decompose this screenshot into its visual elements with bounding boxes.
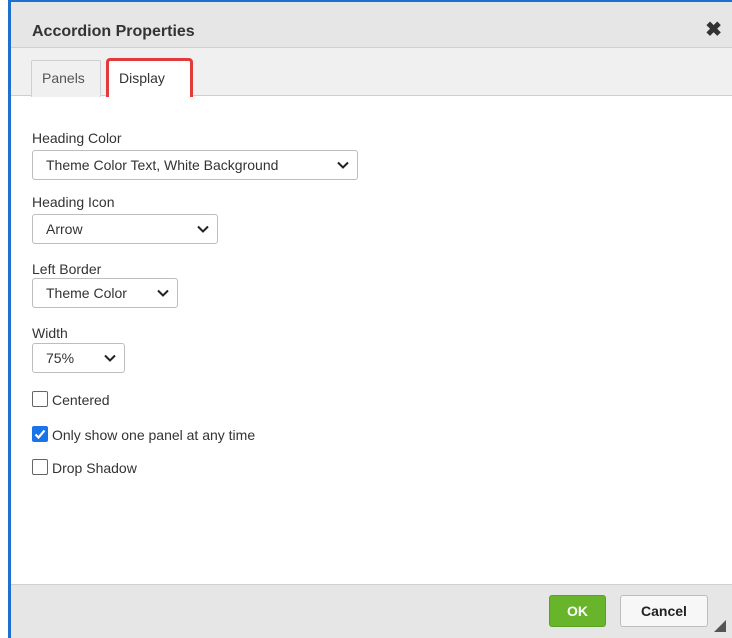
chevron-down-icon — [197, 225, 209, 233]
checkmark-icon — [34, 429, 46, 440]
tab-panels[interactable]: Panels — [31, 60, 101, 97]
close-icon[interactable]: ✖ — [705, 20, 722, 40]
drop-shadow-label: Drop Shadow — [52, 460, 137, 476]
ok-button[interactable]: OK — [549, 595, 606, 627]
centered-label: Centered — [52, 392, 110, 408]
heading-icon-label: Heading Icon — [32, 194, 115, 210]
dialog-title: Accordion Properties — [32, 23, 195, 40]
chevron-down-icon — [337, 161, 349, 169]
chevron-down-icon — [157, 289, 169, 297]
chevron-down-icon — [104, 354, 116, 362]
heading-color-value: Theme Color Text, White Background — [46, 157, 279, 173]
width-label: Width — [32, 325, 68, 341]
dialog-titlebar: Accordion Properties ✖ — [11, 2, 732, 48]
accordion-properties-dialog: Accordion Properties ✖ Panels Display He… — [11, 0, 732, 638]
checkbox-box-checked[interactable] — [32, 426, 48, 442]
heading-color-select[interactable]: Theme Color Text, White Background — [32, 150, 358, 180]
resize-grip-icon[interactable] — [714, 620, 726, 632]
width-value: 75% — [46, 350, 75, 366]
cancel-button[interactable]: Cancel — [620, 595, 708, 627]
left-border-label: Left Border — [32, 261, 102, 277]
heading-icon-value: Arrow — [46, 221, 83, 237]
width-select[interactable]: 75% — [32, 343, 125, 373]
one-panel-label: Only show one panel at any time — [52, 427, 256, 443]
checkbox-box[interactable] — [32, 391, 48, 407]
dialog-footer: OK Cancel — [11, 584, 732, 638]
left-border-value: Theme Color — [46, 285, 127, 301]
left-border-select[interactable]: Theme Color — [32, 278, 178, 308]
heading-icon-select[interactable]: Arrow — [32, 214, 218, 244]
window-left-edge — [0, 0, 11, 638]
heading-color-label: Heading Color — [32, 130, 122, 146]
tab-display[interactable]: Display — [106, 58, 193, 100]
tab-bar: Panels Display — [11, 48, 732, 100]
checkbox-box[interactable] — [32, 459, 48, 475]
display-tab-content: Heading Color Theme Color Text, White Ba… — [11, 97, 732, 584]
